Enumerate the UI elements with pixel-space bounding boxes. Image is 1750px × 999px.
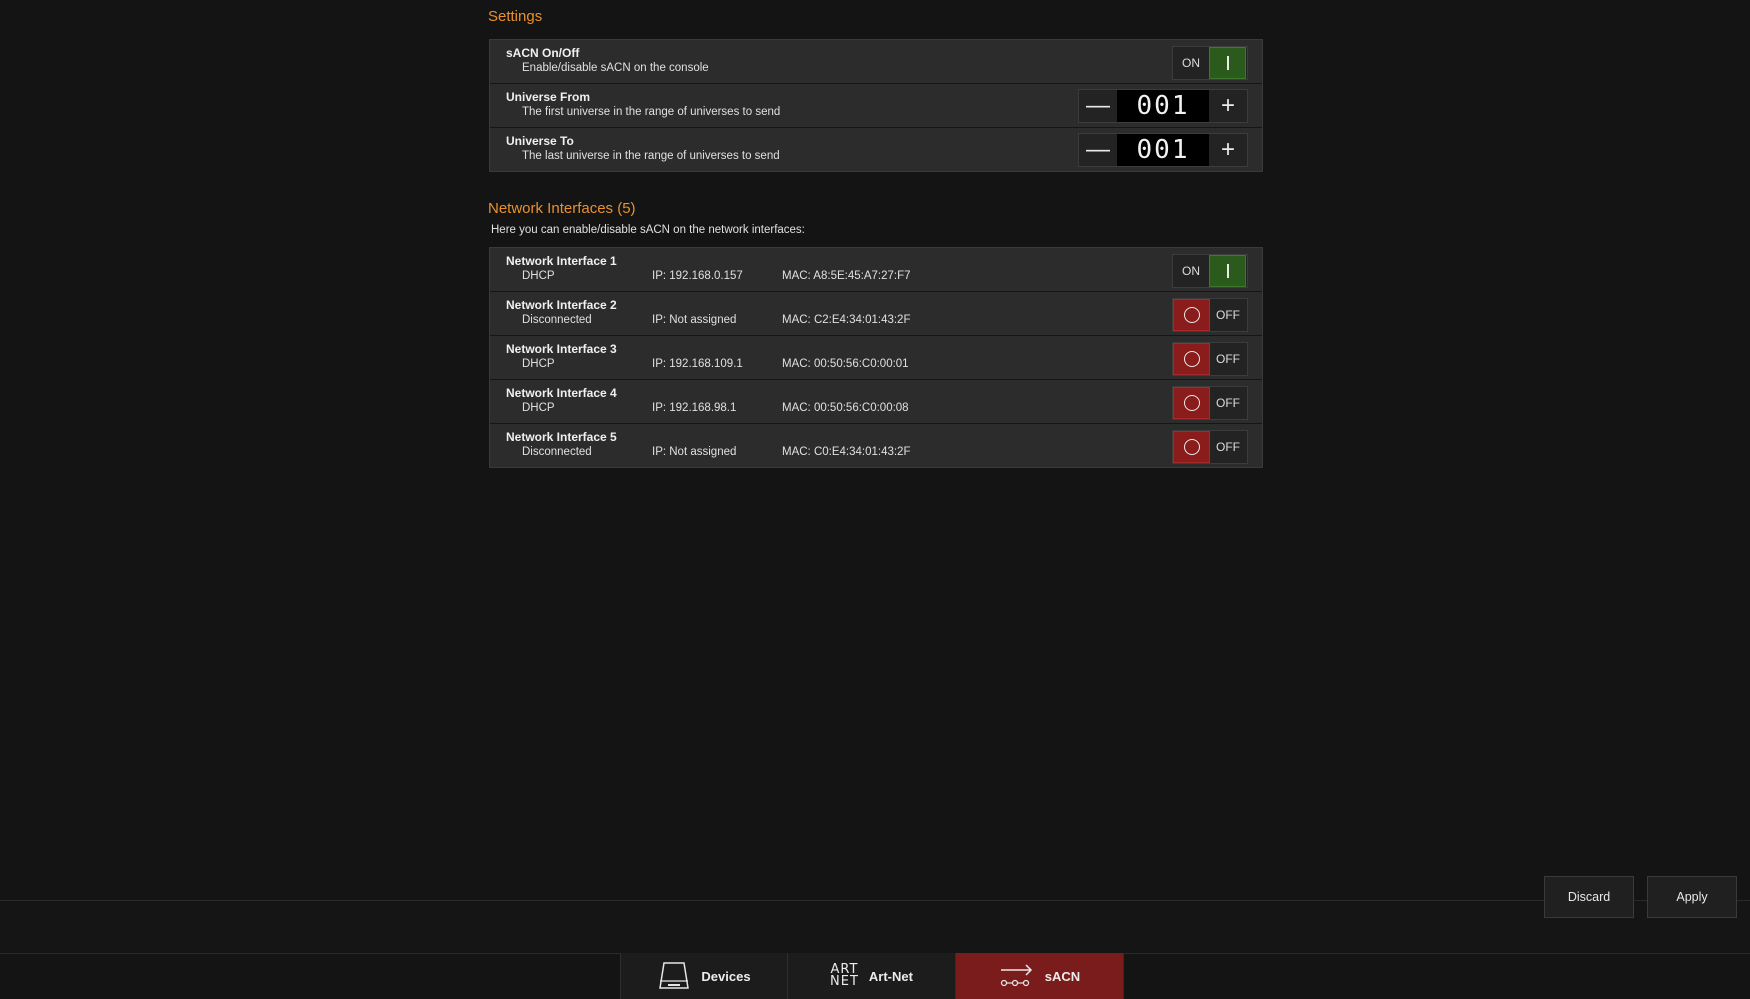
- toggle-state-label: OFF: [1216, 440, 1240, 454]
- interface-mac: MAC: 00:50:56:C0:00:01: [782, 358, 909, 370]
- interface-mac: MAC: C2:E4:34:01:43:2F: [782, 314, 911, 326]
- toggle-on-icon: [1209, 47, 1246, 79]
- tab-sacn-label: sACN: [1044, 968, 1081, 984]
- settings-panel: sACN On/Off Enable/disable sACN on the c…: [489, 39, 1263, 172]
- universe-from-increment-button[interactable]: +: [1209, 90, 1247, 122]
- tab-devices[interactable]: Devices: [620, 953, 788, 999]
- universe-to-row: Universe To The last universe in the ran…: [490, 128, 1262, 171]
- settings-title: Settings: [488, 8, 543, 25]
- sacn-onoff-desc: Enable/disable sACN on the console: [522, 62, 709, 74]
- interface-mac: MAC: A8:5E:45:A7:27:F7: [782, 270, 911, 282]
- universe-to-stepper: — 001 +: [1078, 133, 1248, 167]
- universe-to-decrement-button[interactable]: —: [1079, 134, 1117, 166]
- interface-5-toggle[interactable]: OFF: [1172, 430, 1248, 464]
- interface-name: Network Interface 1: [506, 254, 617, 268]
- sacn-icon: [999, 961, 1035, 991]
- interface-mac: MAC: 00:50:56:C0:00:08: [782, 402, 909, 414]
- toggle-off-icon: [1173, 431, 1210, 463]
- interface-ip: IP: 192.168.109.1: [652, 358, 743, 370]
- interface-name: Network Interface 2: [506, 298, 617, 312]
- interface-mode: DHCP: [522, 358, 555, 370]
- artnet-icon: ART NET: [830, 963, 859, 989]
- interface-mac: MAC: C0:E4:34:01:43:2F: [782, 446, 911, 458]
- interface-name: Network Interface 3: [506, 342, 617, 356]
- interface-ip: IP: Not assigned: [652, 314, 737, 326]
- universe-from-decrement-button[interactable]: —: [1079, 90, 1117, 122]
- toggle-state-label: OFF: [1216, 352, 1240, 366]
- interface-3-toggle[interactable]: OFF: [1172, 342, 1248, 376]
- universe-from-stepper: — 001 +: [1078, 89, 1248, 123]
- toggle-off-icon: [1173, 387, 1210, 419]
- toggle-state-label: OFF: [1216, 308, 1240, 322]
- apply-button[interactable]: Apply: [1647, 876, 1737, 918]
- toggle-off-icon: [1173, 299, 1210, 331]
- interface-mode: DHCP: [522, 270, 555, 282]
- sacn-onoff-row: sACN On/Off Enable/disable sACN on the c…: [490, 40, 1262, 84]
- tab-art-net[interactable]: ART NET Art-Net: [788, 953, 956, 999]
- sacn-onoff-title: sACN On/Off: [506, 46, 580, 60]
- universe-from-title: Universe From: [506, 90, 591, 104]
- network-interface-row: Network Interface 5 Disconnected IP: Not…: [490, 424, 1262, 467]
- toggle-on-icon: [1209, 255, 1246, 287]
- network-interfaces-panel: Network Interface 1 DHCP IP: 192.168.0.1…: [489, 247, 1263, 468]
- universe-to-value[interactable]: 001: [1117, 134, 1209, 166]
- network-interfaces-intro: Here you can enable/disable sACN on the …: [491, 224, 805, 236]
- universe-to-desc: The last universe in the range of univer…: [522, 150, 780, 162]
- discard-button[interactable]: Discard: [1544, 876, 1634, 918]
- artnet-icon-bottom: NET: [830, 974, 859, 989]
- universe-from-value[interactable]: 001: [1117, 90, 1209, 122]
- network-interface-row: Network Interface 3 DHCP IP: 192.168.109…: [490, 336, 1262, 380]
- interface-ip: IP: 192.168.0.157: [652, 270, 743, 282]
- network-interface-row: Network Interface 1 DHCP IP: 192.168.0.1…: [490, 248, 1262, 292]
- interface-mode: Disconnected: [522, 314, 592, 326]
- bottom-tab-bar: Devices ART NET Art-Net sACN: [620, 953, 1124, 999]
- interface-1-toggle[interactable]: ON: [1172, 254, 1248, 288]
- toggle-off-icon: [1173, 343, 1210, 375]
- universe-from-row: Universe From The first universe in the …: [490, 84, 1262, 128]
- tab-sacn[interactable]: sACN: [956, 953, 1124, 999]
- universe-from-desc: The first universe in the range of unive…: [522, 106, 781, 118]
- footer-action-bar: [0, 900, 1750, 954]
- interface-4-toggle[interactable]: OFF: [1172, 386, 1248, 420]
- toggle-state-label: OFF: [1216, 396, 1240, 410]
- network-interface-row: Network Interface 2 Disconnected IP: Not…: [490, 292, 1262, 336]
- interface-ip: IP: Not assigned: [652, 446, 737, 458]
- network-interfaces-title: Network Interfaces (5): [488, 200, 636, 217]
- interface-mode: Disconnected: [522, 446, 592, 458]
- interface-name: Network Interface 4: [506, 386, 617, 400]
- interface-ip: IP: 192.168.98.1: [652, 402, 737, 414]
- devices-icon: [657, 960, 691, 992]
- universe-to-increment-button[interactable]: +: [1209, 134, 1247, 166]
- toggle-state-label: ON: [1182, 264, 1200, 278]
- interface-2-toggle[interactable]: OFF: [1172, 298, 1248, 332]
- universe-to-title: Universe To: [506, 134, 574, 148]
- interface-name: Network Interface 5: [506, 430, 617, 444]
- interface-mode: DHCP: [522, 402, 555, 414]
- network-interface-row: Network Interface 4 DHCP IP: 192.168.98.…: [490, 380, 1262, 424]
- sacn-onoff-toggle[interactable]: ON: [1172, 46, 1248, 80]
- tab-art-net-label: Art-Net: [868, 968, 913, 984]
- tab-devices-label: Devices: [701, 968, 751, 984]
- toggle-state-label: ON: [1182, 56, 1200, 70]
